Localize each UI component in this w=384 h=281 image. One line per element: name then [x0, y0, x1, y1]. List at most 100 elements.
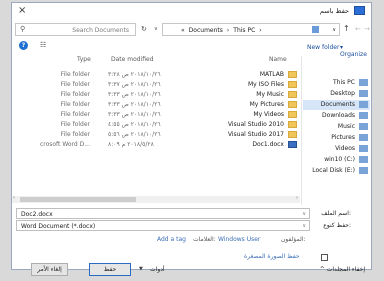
nav-item-documents[interactable]: Documents — [303, 100, 370, 110]
nav-label: win10 (C:) — [324, 156, 355, 163]
downloads-icon — [359, 112, 368, 119]
file-type: File folder — [60, 91, 90, 98]
videos-icon — [359, 145, 368, 152]
file-name: My Videos — [253, 111, 284, 118]
chevron-down-icon[interactable]: ∨ — [332, 27, 336, 33]
tags-input[interactable]: Add a tag — [157, 236, 186, 243]
forward-arrow-icon[interactable]: → — [364, 25, 370, 33]
file-type: File folder — [60, 81, 90, 88]
refresh-icon[interactable]: ↻ — [141, 25, 147, 33]
nav-label: Videos — [335, 145, 355, 152]
authors-input[interactable]: Windows User — [218, 236, 260, 243]
music-icon — [359, 123, 368, 130]
chevron-down-icon[interactable]: ∨ — [302, 223, 306, 229]
desktop-icon — [359, 90, 368, 97]
file-row[interactable]: crosoft Word D... ٢٠١٨/٥/٢٨ م ٨:٠٩ Doc1.… — [12, 140, 300, 150]
drive-icon — [359, 167, 368, 174]
dialog-footer: إلغاء الأمر حفظ ▼ أدوات ^ إخفاء المجلدات — [12, 263, 371, 281]
scrollbar-thumb[interactable] — [20, 197, 136, 202]
column-header-date[interactable]: Date modified — [111, 56, 154, 63]
folder-icon — [288, 71, 297, 78]
scroll-right-icon[interactable]: › — [296, 195, 298, 201]
file-name: Visual Studio 2010 — [227, 121, 284, 128]
filename-field[interactable]: Doc2.docx ∨ — [16, 208, 310, 219]
breadcrumb-separator[interactable]: › — [259, 27, 261, 34]
cancel-button[interactable]: إلغاء الأمر — [31, 263, 68, 276]
breadcrumb-documents[interactable]: Documents — [189, 27, 223, 34]
savetype-value: Word Document (*.docx) — [21, 223, 96, 230]
file-date: ٢٠١٨/١٠/٢٦ ص ٣:٣٣ — [108, 111, 161, 118]
folder-icon — [288, 111, 297, 118]
file-type: File folder — [60, 111, 90, 118]
tools-button[interactable]: أدوات — [150, 266, 165, 273]
file-list: Type Date modified ^ Name File folder ٢٠… — [12, 56, 300, 205]
save-thumbnail-label: حفظ الصورة المصغرة — [244, 253, 300, 260]
nav-label: This PC — [333, 79, 355, 86]
filename-value: Doc2.docx — [21, 211, 53, 218]
computer-icon — [312, 26, 319, 33]
new-folder-button[interactable]: New folder — [307, 44, 339, 51]
file-row[interactable]: File folder ٢٠١٨/١٠/٢٦ ص ٥:٥٦ Visual Stu… — [12, 130, 300, 140]
chevron-down-icon[interactable]: ∨ — [302, 211, 306, 217]
folder-icon — [288, 121, 297, 128]
breadcrumb-this-pc[interactable]: This PC — [233, 27, 255, 34]
folder-icon — [288, 101, 297, 108]
tools-dropdown-icon[interactable]: ▼ — [139, 266, 143, 272]
folder-icon — [288, 131, 297, 138]
nav-label: Desktop — [330, 90, 355, 97]
search-placeholder: Search Documents — [72, 27, 129, 34]
drive-icon — [359, 156, 368, 163]
address-bar[interactable]: « Documents › This PC › ∨ — [162, 23, 340, 36]
savetype-select[interactable]: Word Document (*.docx) ∨ — [16, 220, 310, 231]
help-icon[interactable]: ? — [19, 41, 28, 50]
file-row[interactable]: File folder ٢٠١٨/١٠/٢٦ ص ٣:٣٣ My Picture… — [12, 100, 300, 110]
address-history-dropdown[interactable]: ∨ — [154, 26, 158, 32]
column-header-name[interactable]: Name — [269, 56, 287, 63]
hide-folders-button[interactable]: ^ إخفاء المجلدات — [320, 266, 365, 273]
toolbar: ? ☷ New folder ▾ Organize — [12, 40, 371, 58]
file-row[interactable]: File folder ٢٠١٨/١٠/٢٦ ص ٣:٣٣ My Videos — [12, 110, 300, 120]
save-thumbnail-checkbox[interactable] — [321, 254, 328, 261]
file-row[interactable]: File folder ٢٠١٨/١٠/٢٦ ص ٣:٢٨ MATLAB — [12, 70, 300, 80]
save-as-dialog: × حفظ باسم ⚲ Search Documents ↻ ∨ « Docu… — [11, 2, 372, 276]
up-arrow-icon[interactable]: ↑ — [343, 24, 350, 33]
file-row[interactable]: File folder ٢٠١٨/١٠/٢٦ ص ٤:٥٥ Visual Stu… — [12, 120, 300, 130]
nav-label: Downloads — [322, 112, 355, 119]
nav-label: Pictures — [331, 134, 355, 141]
breadcrumb: « Documents › This PC › — [181, 27, 262, 34]
view-options-icon[interactable]: ☷ — [40, 41, 46, 49]
back-arrow-icon[interactable]: ← — [355, 25, 361, 33]
horizontal-scrollbar[interactable]: ‹ › — [12, 195, 300, 203]
file-name: Doc1.docx — [252, 141, 284, 148]
tags-label: العلامات: — [193, 236, 216, 243]
file-date: ٢٠١٨/١٠/٢٦ ص ٤:٥٥ — [108, 121, 161, 128]
breadcrumb-overflow[interactable]: « — [181, 27, 185, 34]
authors-label: المؤلفون: — [281, 236, 306, 243]
pictures-icon — [359, 134, 368, 141]
column-header-type[interactable]: Type — [77, 56, 91, 63]
breadcrumb-separator[interactable]: › — [227, 27, 229, 34]
documents-icon — [359, 101, 368, 108]
file-date: ٢٠١٨/١٠/٢٦ ص ٣:٢٨ — [108, 71, 161, 78]
save-button[interactable]: حفظ — [89, 263, 131, 276]
search-icon: ⚲ — [20, 25, 26, 33]
file-row[interactable]: File folder ٢٠١٨/١٠/٢٦ ص ٣:٣٣ My Music — [12, 90, 300, 100]
word-doc-icon — [288, 141, 297, 148]
scroll-left-icon[interactable]: ‹ — [13, 195, 15, 201]
file-date: ٢٠١٨/١٠/٢٦ ص ٣:٣٣ — [108, 91, 161, 98]
nav-label: Documents — [320, 101, 355, 108]
file-date: ٢٠١٨/١٠/٢٦ ص ٣:٣٧ — [108, 81, 161, 88]
folder-icon — [288, 81, 297, 88]
close-button[interactable]: × — [18, 5, 26, 16]
filename-label: اسم الملف: — [321, 210, 351, 217]
file-row[interactable]: File folder ٢٠١٨/١٠/٢٦ ص ٣:٣٧ My ISO Fil… — [12, 80, 300, 90]
title-bar: × حفظ باسم — [12, 3, 371, 20]
file-type: crosoft Word D... — [39, 141, 90, 148]
nav-label: Local Disk (E:) — [312, 167, 355, 174]
file-name: My Pictures — [249, 101, 284, 108]
file-type: File folder — [60, 131, 90, 138]
folder-icon — [288, 91, 297, 98]
file-name: Visual Studio 2017 — [227, 131, 284, 138]
search-input[interactable]: ⚲ Search Documents — [15, 23, 136, 36]
navigation-pane: This PC Desktop Documents Downloads Musi… — [301, 56, 372, 205]
